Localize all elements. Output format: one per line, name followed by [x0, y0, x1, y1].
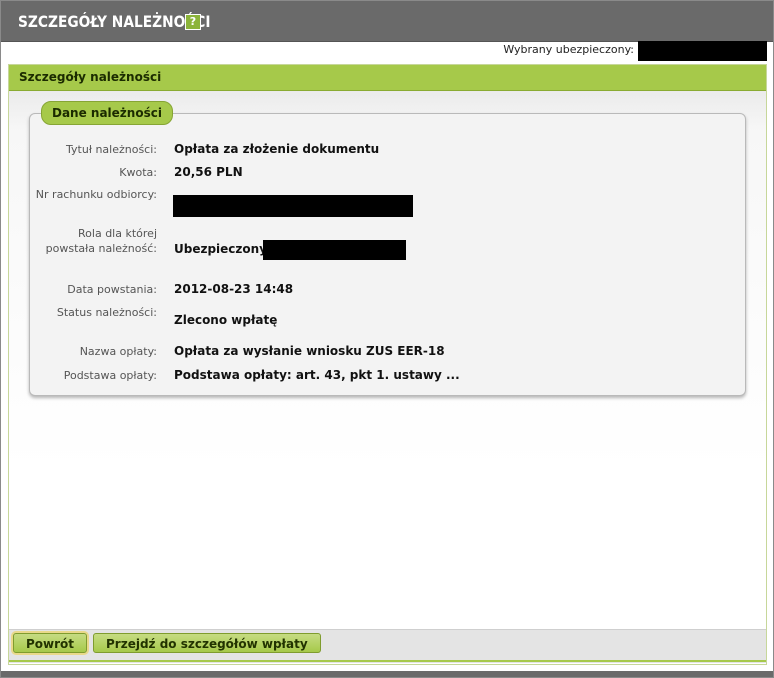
account-number-redacted: [173, 195, 413, 217]
field-value: Opłata za wysłanie wniosku ZUS EER-18: [174, 344, 445, 358]
selected-insured-row: Wybrany ubezpieczony:: [1, 41, 773, 63]
field-value: Opłata za złożenie dokumentu: [174, 142, 380, 156]
field-value: 2012-08-23 14:48: [174, 282, 294, 296]
receivable-data-group: Tytuł należności: Opłata za złożenie dok…: [29, 113, 746, 396]
field-label: Data powstania:: [67, 283, 157, 296]
field-label: Podstawa opłaty:: [63, 369, 157, 382]
help-icon[interactable]: ?: [185, 14, 201, 30]
panel-title: Szczegóły należności: [19, 70, 162, 84]
field-value: Podstawa opłaty: art. 43, pkt 1. ustawy …: [174, 368, 460, 382]
window-frame: SZCZEGÓŁY NALEŻNOŚCI ? Wybrany ubezpiecz…: [0, 0, 774, 678]
field-label: Rola dla której powstała należność:: [45, 227, 157, 255]
field-label: Kwota:: [119, 166, 157, 179]
group-title-tab: Dane należności: [41, 101, 173, 125]
field-value: 20,56 PLN: [174, 165, 243, 179]
field-label: Status należności:: [56, 306, 157, 319]
selected-insured-redacted: [638, 41, 767, 61]
footer-divider: [9, 660, 766, 662]
panel-body: Tytuł należności: Opłata za złożenie dok…: [9, 91, 766, 629]
go-to-payment-details-button[interactable]: Przejdź do szczegółów wpłaty: [93, 633, 321, 653]
field-value: Zlecono wpłatę: [174, 313, 278, 327]
field-label: Nazwa opłaty:: [79, 345, 157, 358]
title-bar: SZCZEGÓŁY NALEŻNOŚCI ?: [1, 1, 773, 42]
details-panel: Szczegóły należności Tytuł należności: O…: [8, 64, 767, 665]
back-button[interactable]: Powrót: [13, 633, 88, 653]
button-bar: Powrót Przejdź do szczegółów wpłaty: [9, 629, 766, 663]
field-value: Ubezpieczony: [174, 242, 268, 256]
role-redacted: [263, 240, 406, 260]
bottom-bar: [1, 671, 773, 677]
field-label: Tytuł należności:: [66, 143, 157, 156]
field-label: Nr rachunku odbiorcy:: [35, 188, 157, 201]
panel-header: Szczegóły należności: [9, 65, 766, 91]
selected-insured-label: Wybrany ubezpieczony:: [503, 43, 634, 56]
page-title: SZCZEGÓŁY NALEŻNOŚCI: [18, 12, 211, 31]
